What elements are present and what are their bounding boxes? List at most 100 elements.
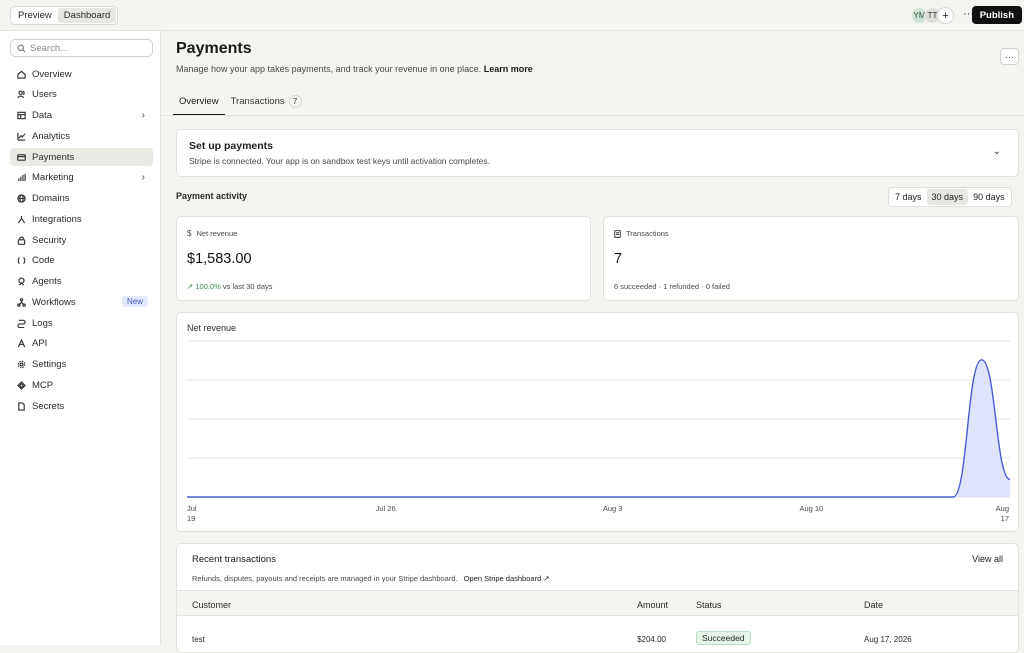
sidebar-item-mcp[interactable]: MCP bbox=[10, 376, 153, 394]
agent-icon bbox=[16, 277, 26, 287]
add-collaborator-button[interactable]: + bbox=[937, 7, 954, 24]
view-all-link[interactable]: View all bbox=[972, 554, 1003, 564]
chevron-right-icon[interactable]: › bbox=[142, 110, 145, 121]
transactions-count-badge: 7 bbox=[289, 95, 302, 108]
lock-icon bbox=[16, 235, 26, 245]
net-revenue-value: $1,583.00 bbox=[187, 251, 252, 267]
tab-overview[interactable]: Overview bbox=[173, 93, 225, 115]
page-more-button[interactable]: ··· bbox=[1000, 48, 1019, 65]
net-revenue-label: $ Net revenue bbox=[187, 229, 237, 238]
range-90-days[interactable]: 90 days bbox=[968, 189, 1010, 205]
dollar-icon: $ bbox=[187, 229, 191, 238]
stat-label: Net revenue bbox=[196, 229, 237, 238]
sidebar-item-label: Secrets bbox=[32, 401, 64, 412]
x-tick-label: Jul19 bbox=[187, 504, 197, 523]
search-input[interactable]: Search... bbox=[10, 39, 153, 57]
transactions-label: Transactions bbox=[614, 229, 669, 238]
sidebar-nav: Overview Users Data › Analytics Payments Marke… bbox=[10, 65, 153, 418]
sidebar-item-label: Workflows bbox=[32, 297, 76, 308]
chart-line-icon bbox=[16, 131, 26, 141]
sidebar-item-label: Data bbox=[32, 110, 52, 121]
sidebar-item-code[interactable]: Code bbox=[10, 252, 153, 270]
table-header: Customer Amount Status Date bbox=[177, 590, 1019, 616]
file-icon bbox=[16, 401, 26, 411]
sidebar-item-marketing[interactable]: Marketing › bbox=[10, 169, 153, 187]
open-stripe-dashboard-link[interactable]: Open Stripe dashboard ↗ bbox=[464, 574, 550, 583]
table-icon bbox=[16, 111, 26, 121]
tab-label: Overview bbox=[179, 96, 219, 107]
sidebar-item-label: Settings bbox=[32, 359, 66, 370]
status-badge: Succeeded bbox=[696, 631, 751, 645]
sidebar-item-label: MCP bbox=[32, 380, 53, 391]
new-badge: New bbox=[122, 296, 148, 307]
sidebar-item-secrets[interactable]: Secrets bbox=[10, 397, 153, 415]
preview-mode-button[interactable]: Preview bbox=[12, 8, 58, 23]
transactions-value: 7 bbox=[614, 251, 622, 267]
home-icon bbox=[16, 69, 26, 79]
row-customer: test bbox=[192, 635, 205, 644]
transactions-breakdown: 6 succeeded · 1 refunded · 0 failed bbox=[614, 282, 730, 291]
page-title: Payments bbox=[176, 40, 252, 58]
page-tabs: Overview Transactions 7 bbox=[173, 93, 308, 115]
sidebar-item-agents[interactable]: Agents bbox=[10, 273, 153, 291]
setup-title: Set up payments bbox=[189, 140, 273, 152]
x-tick-label: Aug 3 bbox=[603, 504, 623, 513]
setup-description: Stripe is connected. Your app is on sand… bbox=[189, 156, 490, 166]
api-icon bbox=[16, 339, 26, 349]
mcp-icon bbox=[16, 380, 26, 390]
description-text: Refunds, disputes, payouts and receipts … bbox=[192, 574, 458, 583]
tabs-divider bbox=[161, 115, 1024, 116]
publish-button[interactable]: Publish bbox=[972, 6, 1022, 24]
tab-transactions[interactable]: Transactions 7 bbox=[225, 93, 308, 115]
sidebar-item-settings[interactable]: Settings bbox=[10, 356, 153, 374]
sidebar-item-label: Users bbox=[32, 89, 57, 100]
trend-up-icon: ↗ bbox=[187, 282, 193, 291]
net-revenue-chart: Jul19Jul 26Aug 3Aug 10Aug17 bbox=[177, 313, 1020, 533]
setup-payments-card[interactable]: Set up payments Stripe is connected. You… bbox=[176, 129, 1019, 177]
transactions-card: Transactions 7 6 succeeded · 1 refunded … bbox=[603, 216, 1019, 301]
dashboard-mode-button[interactable]: Dashboard bbox=[58, 8, 116, 23]
learn-more-link[interactable]: Learn more bbox=[484, 64, 533, 74]
globe-icon bbox=[16, 194, 26, 204]
net-revenue-chart-card: Net revenue Jul19Jul 26Aug 3Aug 10Aug17 bbox=[176, 312, 1019, 532]
sidebar-item-logs[interactable]: Logs bbox=[10, 314, 153, 332]
change-suffix: vs last 30 days bbox=[223, 282, 273, 291]
tab-label: Transactions bbox=[231, 96, 285, 107]
sidebar-item-domains[interactable]: Domains bbox=[10, 190, 153, 208]
sidebar-item-integrations[interactable]: Integrations bbox=[10, 210, 153, 228]
sidebar-item-label: Integrations bbox=[32, 214, 82, 225]
net-revenue-card: $ Net revenue $1,583.00 ↗ 100.0% vs last… bbox=[176, 216, 591, 301]
range-30-days[interactable]: 30 days bbox=[927, 189, 969, 205]
column-amount[interactable]: Amount bbox=[637, 600, 668, 610]
sidebar-item-analytics[interactable]: Analytics bbox=[10, 127, 153, 145]
sidebar-item-label: Marketing bbox=[32, 172, 74, 183]
column-date[interactable]: Date bbox=[864, 600, 883, 610]
range-7-days[interactable]: 7 days bbox=[890, 189, 927, 205]
sidebar-item-api[interactable]: API bbox=[10, 335, 153, 353]
sidebar-item-label: Overview bbox=[32, 69, 72, 80]
sidebar-item-security[interactable]: Security bbox=[10, 231, 153, 249]
chevron-right-icon[interactable]: › bbox=[142, 172, 145, 183]
recent-transactions-description: Refunds, disputes, payouts and receipts … bbox=[192, 574, 550, 583]
sidebar-item-workflows[interactable]: Workflows New bbox=[10, 293, 153, 311]
logs-icon bbox=[16, 318, 26, 328]
sidebar-item-users[interactable]: Users bbox=[10, 86, 153, 104]
code-icon bbox=[16, 256, 26, 266]
mode-switcher: Preview Dashboard bbox=[10, 6, 118, 25]
sidebar-item-label: Logs bbox=[32, 318, 53, 329]
main-content: Payments Manage how your app takes payme… bbox=[161, 31, 1024, 645]
column-customer[interactable]: Customer bbox=[192, 600, 231, 610]
page-subtitle-text: Manage how your app takes payments, and … bbox=[176, 64, 481, 74]
integrations-icon bbox=[16, 214, 26, 224]
sidebar-item-overview[interactable]: Overview bbox=[10, 65, 153, 83]
x-tick-label: Aug17 bbox=[996, 504, 1009, 523]
sidebar-item-label: Code bbox=[32, 255, 55, 266]
chevron-down-icon[interactable]: ⌄ bbox=[993, 146, 1001, 157]
row-date: Aug 17, 2026 bbox=[864, 635, 912, 644]
sidebar-item-data[interactable]: Data › bbox=[10, 107, 153, 125]
sidebar-item-label: Payments bbox=[32, 152, 74, 163]
sidebar-item-payments[interactable]: Payments bbox=[10, 148, 153, 166]
column-status[interactable]: Status bbox=[696, 600, 722, 610]
x-tick-label: Aug 10 bbox=[799, 504, 823, 513]
page-subtitle: Manage how your app takes payments, and … bbox=[176, 64, 533, 74]
